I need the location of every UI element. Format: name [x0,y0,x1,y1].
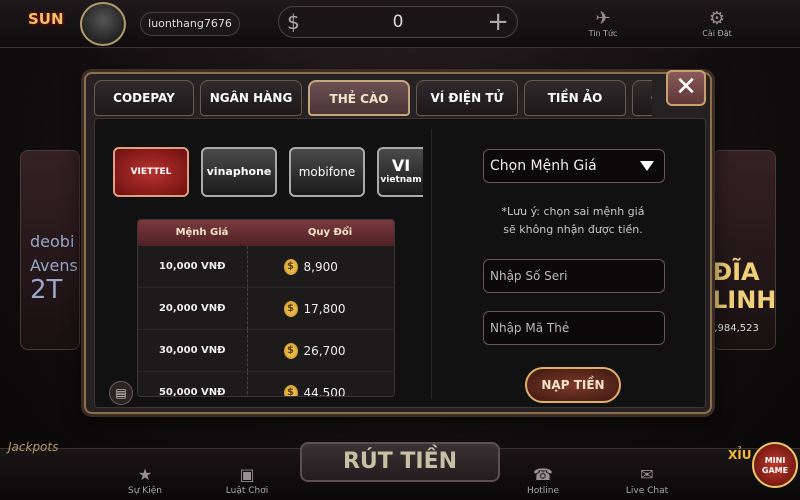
withdraw-button[interactable]: RÚT TIỀN [300,442,500,482]
rate-table: Mệnh Giá Quy Đổi 10,000 VNĐ $ 8,900 20,0… [137,219,395,397]
denomination-select-label: Chọn Mệnh Giá [490,158,597,174]
mini-game-button[interactable]: MINI GAME [752,442,798,488]
add-balance-icon[interactable]: + [487,7,509,37]
live-chat-button[interactable]: ✉ Live Chat [612,465,682,496]
serial-input[interactable] [483,259,665,293]
rules-label: Luật Chơi [225,486,269,496]
vietnamobile-name: vietnam [380,175,422,185]
converted-cell: $ 8,900 [248,246,395,287]
tab-bank[interactable]: NGÂN HÀNG [200,80,302,116]
tab-crypto[interactable]: TIỀN ẢO [524,80,626,116]
gear-icon: ⚙ [708,8,726,29]
phone-icon: ☎ [533,465,553,484]
tab-more[interactable]: G [632,80,652,116]
settings-label: Cài Đặt [702,29,732,38]
hotline-button[interactable]: ☎ Hotline [508,465,578,496]
converted-value: 44,500 [303,386,346,397]
close-button[interactable]: ✕ [666,70,706,106]
tab-codepay[interactable]: CODEPAY [94,80,194,116]
right-game-title: ĐĨA LINH [712,258,777,314]
news-icon: ✈ [595,8,611,29]
events-label: Sự Kiện [128,486,162,496]
denomination-cell: 20,000 VNĐ [138,288,248,329]
right-game-jackpot: 0,984,523 [708,323,759,334]
denomination-cell: 10,000 VNĐ [138,246,248,287]
table-row: 20,000 VNĐ $ 17,800 [138,288,394,330]
rate-table-header: Mệnh Giá Quy Đổi [138,220,394,246]
table-row: 10,000 VNĐ $ 8,900 [138,246,394,288]
card-code-input[interactable] [483,311,665,345]
news-button[interactable]: ✈ Tin Tức [578,8,628,38]
book-icon: ▣ [239,465,255,484]
converted-value: 17,800 [303,302,346,316]
history-icon[interactable]: ▤ [109,381,133,405]
xiu-label: XỈU [728,448,752,462]
coin-icon: $ [283,301,298,317]
header-denomination: Mệnh Giá [175,227,229,238]
username-badge[interactable]: luonthang7676 [140,12,240,36]
right-game-card[interactable] [712,150,776,350]
header-converted: Quy Đổi [307,227,353,238]
operator-mobifone[interactable]: mobifone [289,147,365,197]
top-bar: SUN luonthang7676 $ 0 + ✈ Tin Tức ⚙ Cài … [0,0,800,48]
content-divider [431,129,432,399]
coin-icon: $ [283,385,298,396]
coin-icon: $ [283,343,298,359]
warning-note: *Lưu ý: chọn sai mệnh giá sẽ không nhận … [501,205,645,236]
news-label: Tin Tức [588,29,618,38]
sun-logo: SUN [28,10,64,28]
star-icon: ★ [137,465,153,484]
avatar[interactable] [80,2,126,46]
modal-content: VIETTEL vinaphone mobifone VI vietnam Mệ… [94,118,706,408]
close-icon: ✕ [675,72,697,102]
hotline-label: Hotline [526,486,560,496]
converted-value: 8,900 [303,260,338,274]
deposit-button[interactable]: NẠP TIỀN [525,367,621,403]
tab-e-wallet[interactable]: VÍ ĐIỆN TỬ [416,80,518,116]
converted-cell: $ 26,700 [248,330,395,371]
balance-box: $ 0 + [278,6,518,38]
jackpots-label[interactable]: Jackpots [8,440,58,454]
converted-cell: $ 17,800 [248,288,395,329]
deposit-modal: CODEPAY NGÂN HÀNG THẺ CÀO VÍ ĐIỆN TỬ TIỀ… [84,70,712,414]
left-game-text: deobi Avens 2T [30,232,78,305]
rules-button[interactable]: ▣ Luật Chơi [212,465,282,496]
table-row: 50,000 VNĐ $ 44,500 [138,372,395,397]
converted-value: 26,700 [303,344,346,358]
table-row: 30,000 VNĐ $ 26,700 [138,330,394,372]
denomination-cell: 30,000 VNĐ [138,330,248,371]
settings-button[interactable]: ⚙ Cài Đặt [692,8,742,38]
denomination-cell: 50,000 VNĐ [138,372,248,396]
tab-scratch-card[interactable]: THẺ CÀO [308,80,410,116]
tab-bar: CODEPAY NGÂN HÀNG THẺ CÀO VÍ ĐIỆN TỬ TIỀ… [92,78,652,118]
balance-value: 0 [392,12,404,32]
operator-vinaphone[interactable]: vinaphone [201,147,277,197]
denomination-select[interactable]: Chọn Mệnh Giá [483,149,665,183]
coin-icon: $ [283,259,298,275]
live-chat-label: Live Chat [625,486,669,496]
events-button[interactable]: ★ Sự Kiện [110,465,180,496]
converted-cell: $ 44,500 [248,372,395,397]
chevron-down-icon [640,161,654,171]
chat-icon: ✉ [640,465,654,484]
vietnamobile-logo: VI [391,156,411,175]
operator-viettel[interactable]: VIETTEL [113,147,189,197]
operator-vietnamobile[interactable]: VI vietnam [377,147,423,197]
